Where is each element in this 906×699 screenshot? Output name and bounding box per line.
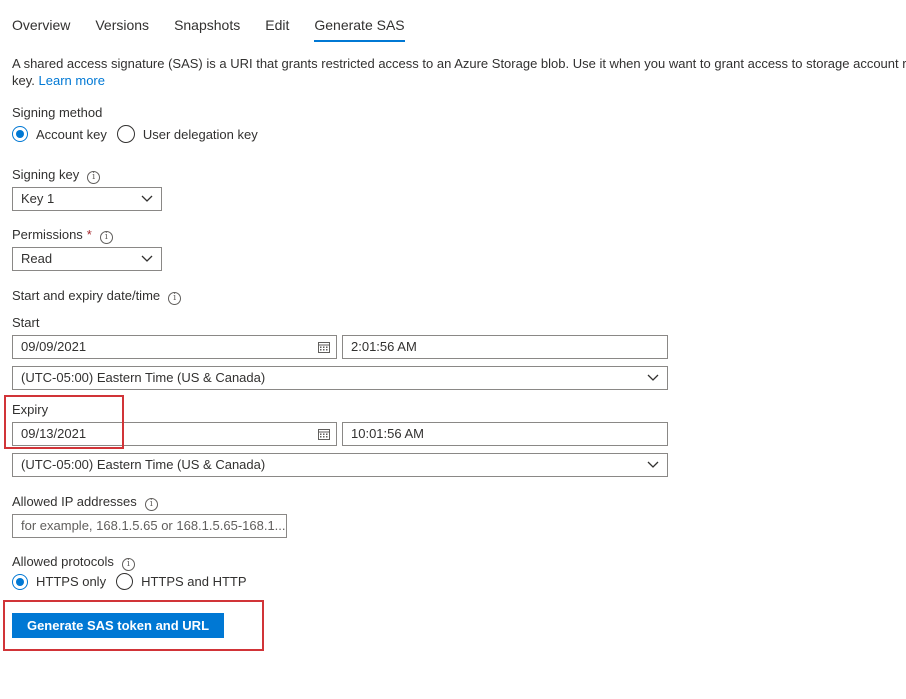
expiry-time-input[interactable]: 10:01:56 AM <box>342 422 668 446</box>
datetime-label: Start and expiry date/time i <box>12 288 182 305</box>
learn-more-link[interactable]: Learn more <box>39 73 105 88</box>
calendar-icon[interactable] <box>318 341 330 353</box>
expiry-date-value: 09/13/2021 <box>21 426 87 441</box>
radio-https-and-http-label: HTTPS and HTTP <box>141 574 247 589</box>
expiry-time-value: 10:01:56 AM <box>351 426 424 441</box>
expiry-label: Expiry <box>12 402 49 417</box>
generate-sas-button[interactable]: Generate SAS token and URL <box>12 613 224 638</box>
signing-method-label: Signing method <box>12 105 103 120</box>
chevron-down-icon <box>647 461 659 468</box>
start-timezone-dropdown[interactable]: (UTC-05:00) Eastern Time (US & Canada) <box>12 366 668 390</box>
tab-bar: Overview Versions Snapshots Edit Generat… <box>12 0 430 42</box>
tab-snapshots[interactable]: Snapshots <box>174 0 240 42</box>
generate-sas-page: Overview Versions Snapshots Edit Generat… <box>0 0 906 699</box>
allowed-protocols-label: Allowed protocols i <box>12 554 135 571</box>
radio-user-delegation-key-label: User delegation key <box>142 126 258 142</box>
chevron-down-icon <box>141 195 153 202</box>
radio-https-only[interactable]: HTTPS only <box>12 573 107 590</box>
info-icon[interactable]: i <box>121 558 135 571</box>
calendar-icon[interactable] <box>318 428 330 440</box>
radio-user-delegation-key[interactable]: User delegation key <box>116 125 258 143</box>
tab-edit[interactable]: Edit <box>265 0 289 42</box>
info-icon[interactable]: i <box>99 231 113 244</box>
signing-key-label-text: Signing key <box>12 167 80 182</box>
start-label: Start <box>12 315 40 330</box>
allowed-protocols-radio-group: HTTPS only HTTPS and HTTP <box>12 573 257 590</box>
radio-https-and-http[interactable]: HTTPS and HTTP <box>116 573 247 590</box>
radio-unchecked-icon <box>116 125 135 143</box>
tab-versions[interactable]: Versions <box>95 0 149 42</box>
signing-key-value: Key 1 <box>21 191 55 206</box>
radio-checked-icon <box>12 573 28 590</box>
description-text-2: key. <box>12 73 39 88</box>
permissions-label-text: Permissions <box>12 227 83 242</box>
allowed-ip-label: Allowed IP addresses i <box>12 494 158 511</box>
chevron-down-icon <box>647 374 659 381</box>
start-date-value: 09/09/2021 <box>21 339 87 354</box>
tab-generate-sas[interactable]: Generate SAS <box>314 0 405 42</box>
radio-account-key-label: Account key <box>36 126 107 142</box>
datetime-label-text: Start and expiry date/time <box>12 288 161 303</box>
allowed-ip-placeholder: for example, 168.1.5.65 or 168.1.5.65-16… <box>21 518 287 533</box>
info-icon[interactable]: i <box>168 292 182 305</box>
start-date-input[interactable]: 09/09/2021 <box>12 335 337 359</box>
permissions-label: Permissions * i <box>12 227 113 244</box>
description-text: A shared access signature (SAS) is a URI… <box>12 56 906 71</box>
tab-overview[interactable]: Overview <box>12 0 70 42</box>
allowed-ip-label-text: Allowed IP addresses <box>12 494 137 509</box>
allowed-ip-input[interactable]: for example, 168.1.5.65 or 168.1.5.65-16… <box>12 514 287 538</box>
signing-key-label: Signing key i <box>12 167 101 184</box>
radio-account-key[interactable]: Account key <box>12 126 107 142</box>
expiry-timezone-value: (UTC-05:00) Eastern Time (US & Canada) <box>21 457 266 472</box>
expiry-date-input[interactable]: 09/13/2021 <box>12 422 337 446</box>
allowed-protocols-label-text: Allowed protocols <box>12 554 114 569</box>
permissions-dropdown[interactable]: Read <box>12 247 162 271</box>
radio-unchecked-icon <box>116 573 134 590</box>
radio-https-only-label: HTTPS only <box>36 574 107 589</box>
signing-method-radio-group: Account key User delegation key <box>12 125 268 143</box>
expiry-timezone-dropdown[interactable]: (UTC-05:00) Eastern Time (US & Canada) <box>12 453 668 477</box>
info-icon[interactable]: i <box>87 171 101 184</box>
required-indicator: * <box>86 227 92 242</box>
start-time-value: 2:01:56 AM <box>351 339 417 354</box>
signing-key-dropdown[interactable]: Key 1 <box>12 187 162 211</box>
permissions-value: Read <box>21 251 53 266</box>
info-icon[interactable]: i <box>144 498 158 511</box>
start-time-input[interactable]: 2:01:56 AM <box>342 335 668 359</box>
chevron-down-icon <box>141 255 153 262</box>
radio-checked-icon <box>12 126 28 142</box>
sas-description: A shared access signature (SAS) is a URI… <box>12 55 906 89</box>
start-timezone-value: (UTC-05:00) Eastern Time (US & Canada) <box>21 370 266 385</box>
